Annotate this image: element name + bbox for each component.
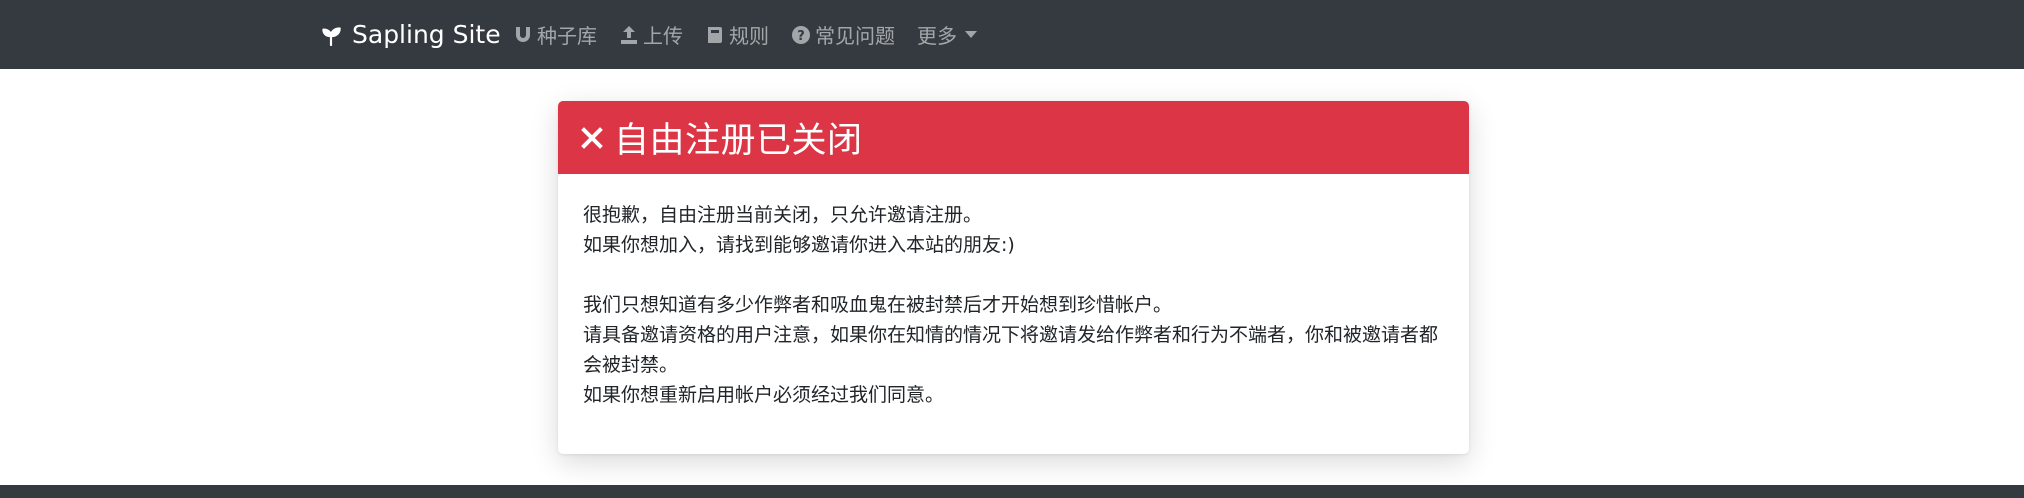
brand-name: Sapling Site [352,20,501,49]
close-icon [581,126,603,149]
seedling-icon [322,26,341,46]
nav-item-faq[interactable]: ? 常见问题 [791,20,895,49]
message-line: 如果你想加入，请找到能够邀请你进入本站的朋友:) [583,234,1015,256]
card-title: 自由注册已关闭 [614,121,863,161]
message-line: 很抱歉，自由注册当前关闭，只允许邀请注册。 [583,204,983,226]
brand-link[interactable]: Sapling Site [318,0,501,69]
nav-item-label: 种子库 [537,24,597,48]
footer-bar [0,485,2024,498]
card-body: 很抱歉，自由注册当前关闭，只允许邀请注册。 如果你想加入，请找到能够邀请你进入本… [558,174,1469,410]
message-line: 如果你想重新启用帐户必须经过我们同意。 [583,384,945,406]
nav-item-upload[interactable]: 上传 [619,20,683,49]
card-header: 自由注册已关闭 [558,101,1469,174]
nav-item-more-dropdown[interactable]: 更多 [917,20,977,49]
nav-item-label: 更多 [917,24,957,48]
nav-item-label: 规则 [729,24,769,48]
book-icon [708,26,722,43]
nav-item-rules[interactable]: 规则 [705,20,769,49]
nav-item-torrents[interactable]: 种子库 [513,20,597,49]
nav-menu: 种子库 上传 规则 ? 常见问题 更多 [513,0,999,69]
nav-item-label: 常见问题 [815,24,895,48]
magnet-icon [516,26,530,42]
upload-icon [621,25,637,44]
svg-text:?: ? [797,29,805,44]
message-line: 请具备邀请资格的用户注意，如果你在知情的情况下将邀请发给作弊者和行为不端者，你和… [583,324,1439,376]
chevron-down-icon [965,31,977,38]
nav-item-label: 上传 [643,24,683,48]
message-line: 我们只想知道有多少作弊者和吸血鬼在被封禁后才开始想到珍惜帐户。 [583,294,1173,316]
registration-closed-card: 自由注册已关闭 很抱歉，自由注册当前关闭，只允许邀请注册。 如果你想加入，请找到… [558,101,1469,454]
question-circle-icon: ? [792,25,810,44]
top-navbar: Sapling Site 种子库 上传 规则 ? 常见问题 更多 [0,0,2024,69]
